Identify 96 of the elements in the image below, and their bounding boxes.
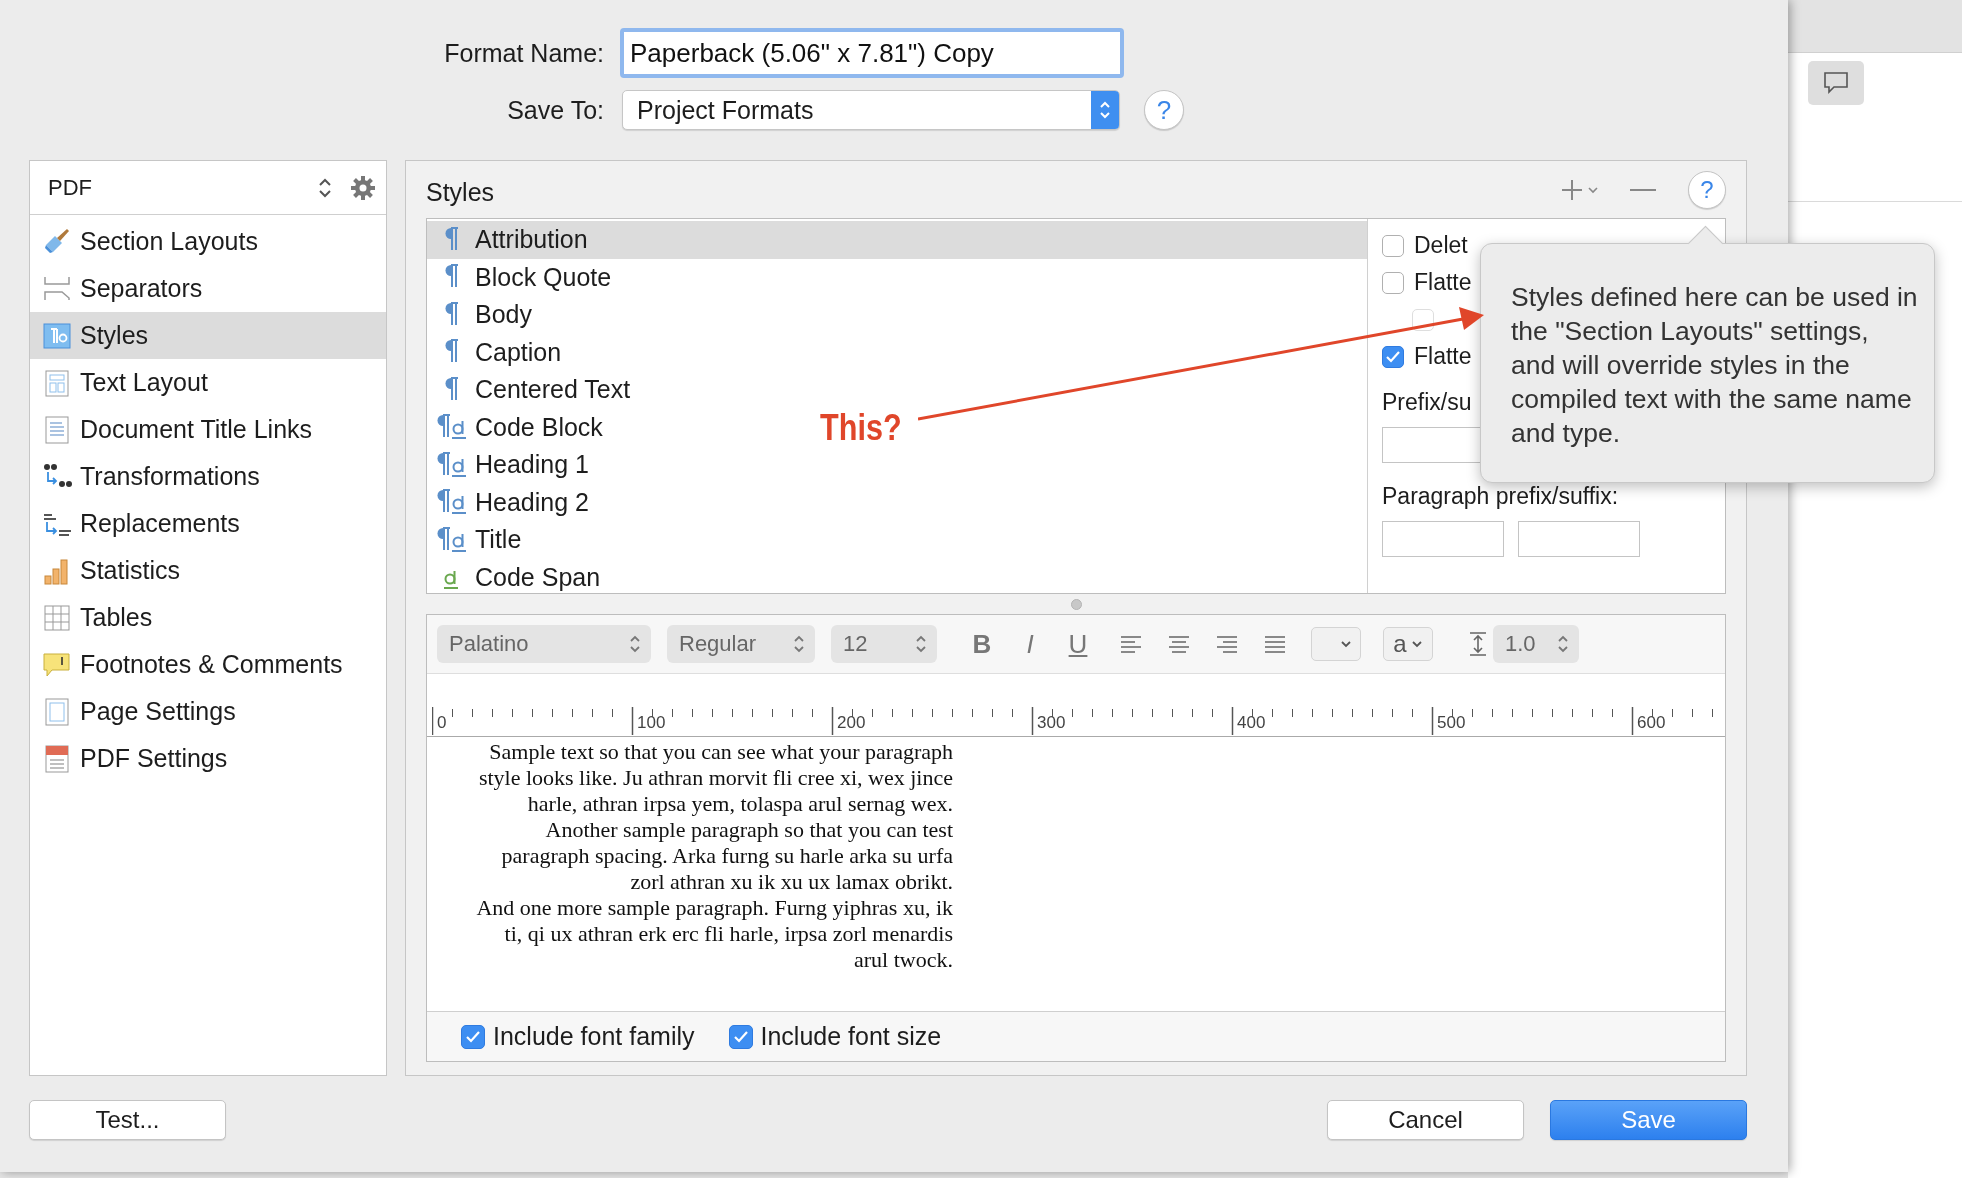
updown-icon[interactable] — [318, 176, 332, 199]
size-popup[interactable]: 12 — [831, 625, 937, 663]
sample-paragraph: Another sample paragraph so that you can test paragraph spacing. Arka furng su harle arka su urfa zorl athran xu ik xu ux lamax obrikt. — [500, 817, 953, 895]
sidebar-item[interactable]: Section Layouts — [30, 218, 386, 265]
save-to-popup[interactable]: Project Formats — [622, 90, 1120, 130]
style-item[interactable]: Attribution — [427, 221, 1367, 259]
line-spacing-popup[interactable]: 1.0 — [1493, 625, 1579, 663]
help-button[interactable]: ? — [1144, 90, 1184, 130]
chevron-down-icon — [1340, 640, 1352, 648]
styles-icon — [42, 320, 72, 351]
format-name-label: Format Name: — [443, 38, 605, 68]
ruler-number: 500 — [1437, 713, 1466, 733]
comment-button[interactable] — [1808, 61, 1864, 105]
updown-icon — [793, 634, 805, 654]
line-spacing-icon[interactable] — [1467, 631, 1489, 657]
style-item[interactable]: Heading 1 — [427, 446, 595, 484]
style-item[interactable]: Centered Text — [427, 371, 637, 409]
sidebar-item[interactable]: Statistics — [30, 547, 386, 594]
format-name-field[interactable]: Paperback (5.06" x 7.81") Copy — [620, 28, 1124, 78]
document-icon — [42, 414, 72, 445]
sample-paragraph: And one more sample paragraph. Furng yiphras xu, ik ti, qi ux athran erk erc fli harle, irpsa zorl menardis arul twock. — [475, 895, 953, 973]
bold-button[interactable]: B — [965, 625, 999, 663]
sidebar-item[interactable]: Styles — [30, 312, 386, 359]
ruler-number: 100 — [637, 713, 666, 733]
checkbox[interactable] — [1382, 271, 1404, 294]
ruler-number: 200 — [837, 713, 866, 733]
field-label: Paragraph prefix/suffix: — [1382, 482, 1619, 511]
pilcrow-a-icon — [435, 488, 467, 517]
align-right-icon[interactable] — [1215, 633, 1239, 655]
sidebar-item[interactable]: Page Settings — [30, 688, 386, 735]
ruler-number: 600 — [1637, 713, 1666, 733]
format-popup[interactable]: PDF — [48, 174, 318, 201]
updown-icon — [1557, 634, 1569, 654]
pilcrow-a-icon — [435, 450, 467, 479]
checkbox[interactable] — [1382, 345, 1404, 368]
case-popup[interactable]: a — [1383, 627, 1433, 661]
dialog-button[interactable]: Cancel — [1327, 1100, 1524, 1140]
updown-icon — [915, 634, 927, 654]
page-icon — [42, 696, 72, 727]
underline-button[interactable]: U — [1061, 625, 1095, 663]
field-label: Prefix/su — [1382, 388, 1472, 417]
style-item[interactable]: Block Quote — [427, 258, 618, 296]
splitter-handle[interactable] — [1070, 598, 1082, 610]
style-item[interactable]: Body — [427, 296, 538, 334]
checkmark-icon — [1385, 349, 1401, 364]
pilcrow-a-icon — [435, 525, 467, 554]
sidebar-item[interactable]: PDF Settings — [30, 735, 386, 782]
ruler-number: 0 — [437, 713, 447, 733]
suffix-field[interactable] — [1518, 521, 1640, 557]
sidebar-item[interactable]: Separators — [30, 265, 386, 312]
sample-paragraph: Sample text so that you can see what your paragraph style looks like. Ju athran morvit fli cree xi, wex jince harle, athran irpsa yem, tolaspa arul sernag wex. — [477, 739, 953, 817]
sidebar-item[interactable]: Transformations — [30, 453, 386, 500]
grid-icon — [42, 602, 72, 633]
layout-icon — [42, 367, 72, 398]
prefix-field[interactable] — [1382, 521, 1504, 557]
sidebar-item[interactable]: Tables — [30, 594, 386, 641]
option-label: Delet — [1414, 232, 1468, 259]
italic-button[interactable]: I — [1013, 625, 1047, 663]
speech-bubble-icon — [1823, 71, 1849, 95]
settings-icon[interactable] — [350, 174, 376, 201]
checkbox[interactable] — [1382, 234, 1404, 257]
align-center-icon[interactable] — [1167, 633, 1191, 655]
option-label: Flatte — [1414, 269, 1472, 296]
ruler-number: 400 — [1237, 713, 1266, 733]
sidebar-item[interactable]: Document Title Links — [30, 406, 386, 453]
option-label: Flatte — [1414, 343, 1472, 370]
style-item[interactable]: Caption — [427, 333, 568, 371]
style-item[interactable]: Code Span — [427, 558, 607, 593]
updown-icon — [1098, 99, 1112, 121]
style-item[interactable]: Title — [427, 521, 528, 559]
checkmark-icon — [465, 1029, 481, 1044]
panel-title: Styles — [426, 177, 495, 207]
help-button[interactable]: ? — [1688, 170, 1726, 209]
weight-popup[interactable]: Regular — [667, 625, 815, 663]
checkbox[interactable] — [728, 1024, 753, 1049]
justify-icon[interactable] — [1263, 633, 1287, 655]
sidebar-item[interactable]: Replacements — [30, 500, 386, 547]
annotation-text: This? — [820, 407, 902, 449]
checkbox-label: Include font family — [493, 1022, 695, 1051]
save-to-label: Save To: — [506, 95, 605, 125]
font-popup[interactable]: Palatino — [437, 625, 651, 663]
align-left-icon[interactable] — [1119, 633, 1143, 655]
style-item[interactable]: Code Block — [427, 408, 609, 446]
style-item[interactable]: Heading 2 — [427, 483, 595, 521]
checkmark-icon — [732, 1029, 749, 1044]
checkbox[interactable] — [461, 1024, 485, 1049]
sidebar-item[interactable]: Footnotes & Comments — [30, 641, 386, 688]
pilcrow-a-icon — [435, 413, 467, 442]
dialog-button[interactable]: Test... — [29, 1100, 226, 1140]
sidebar-item[interactable]: Text Layout — [30, 359, 386, 406]
pdf-file-icon — [42, 743, 72, 774]
tooltip-text: Styles defined here can be used in the "Section Layouts" settings, and will override styles in the compiled text with the same name and type. — [1511, 281, 1919, 450]
checkbox-label: Include font size — [760, 1022, 942, 1051]
chevron-down-icon — [1410, 640, 1423, 648]
ruler-number: 300 — [1037, 713, 1066, 733]
updown-icon — [629, 634, 641, 654]
